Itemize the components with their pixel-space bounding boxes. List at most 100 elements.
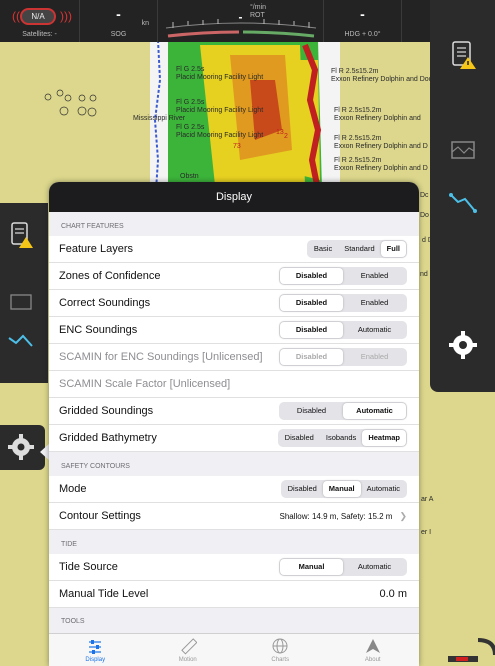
section-tools: TOOLS: [61, 618, 85, 625]
ruler-icon: [180, 638, 197, 655]
row-contour-settings[interactable]: Contour Settings Shallow: 14.9 m, Safety…: [49, 503, 419, 530]
row-mode: Mode Disabled Manual Automatic: [49, 476, 419, 503]
row-enc-soundings: ENC Soundings Disabled Automatic: [49, 317, 419, 344]
section-safety-contours: SAFETY CONTOURS: [61, 463, 130, 470]
gear-icon: [449, 331, 477, 359]
signal-right-icon: ))): [60, 9, 72, 23]
map-label: Fl G 2.5s: [176, 99, 205, 106]
row-scamin-enc-soundings: SCAMIN for ENC Soundings [Unlicensed] Di…: [49, 344, 419, 371]
left-route-button[interactable]: [6, 328, 36, 350]
sog-label: SOG: [110, 31, 127, 38]
tab-charts[interactable]: Charts: [234, 634, 327, 666]
segment-option-disabled[interactable]: Disabled: [280, 295, 343, 311]
contour-settings-value: Shallow: 14.9 m, Safety: 15.2 m ❯: [279, 510, 408, 521]
segment-option-standard[interactable]: Standard: [338, 241, 380, 257]
satellites-label: Satellites: -: [22, 31, 57, 38]
map-label: Exxon Refinery Dolphin and Dock: [331, 76, 436, 83]
bottom-tab-bar: Display Motion Charts About: [49, 633, 419, 666]
tab-motion[interactable]: Motion: [142, 634, 235, 666]
tide-source-segmented[interactable]: Manual Automatic: [279, 558, 407, 576]
row-manual-tide-level[interactable]: Manual Tide Level 0.0 m: [49, 581, 419, 608]
segment-option-full[interactable]: Full: [380, 241, 406, 257]
map-label: Fl R 2.5s15.2m: [334, 107, 382, 114]
mode-segmented[interactable]: Disabled Manual Automatic: [280, 480, 407, 498]
segment-option-enabled: Enabled: [360, 352, 389, 361]
map-label: Do: [420, 212, 429, 219]
tab-about[interactable]: About: [327, 634, 420, 666]
row-zones-of-confidence: Zones of Confidence Disabled Enabled: [49, 263, 419, 290]
map-label: Fl G 2.5s: [176, 124, 205, 131]
hdg-cell[interactable]: - HDG + 0.0°: [324, 0, 402, 42]
enc-soundings-segmented[interactable]: Disabled Automatic: [279, 321, 407, 339]
segment-option-heatmap[interactable]: Heatmap: [362, 430, 406, 446]
sliders-icon: [89, 640, 102, 654]
tab-label: Charts: [271, 657, 290, 663]
segment-option-manual[interactable]: Manual: [322, 481, 361, 497]
settings-button[interactable]: [448, 330, 478, 360]
globe-icon: [272, 638, 288, 654]
checklist-warning-icon: [452, 41, 476, 69]
row-gridded-soundings: Gridded Soundings Disabled Automatic: [49, 398, 419, 425]
left-checklist-button[interactable]: [8, 221, 38, 251]
map-label: Exxon Refinery Dolphin and D: [334, 165, 428, 172]
left-toolbar: [0, 203, 48, 383]
rot-label: ROT: [250, 12, 265, 19]
tab-display[interactable]: Display: [49, 634, 142, 666]
rot-cell[interactable]: - °/min ROT: [158, 0, 324, 42]
map-label: ar A: [421, 496, 434, 503]
gps-status-cell[interactable]: ((( N/A ))) Satellites: -: [0, 0, 80, 42]
route-icon: [449, 193, 477, 213]
chart-envelope-icon: [451, 141, 475, 159]
segment-option-isobands[interactable]: Isobands: [320, 430, 362, 446]
gridded-soundings-segmented[interactable]: Disabled Automatic: [279, 402, 407, 420]
map-label: Mississippi River: [133, 115, 186, 122]
display-popover: Display CHART FEATURES Feature Layers Ba…: [49, 182, 419, 666]
segment-option-disabled[interactable]: Disabled: [280, 322, 343, 338]
hdg-value: -: [360, 6, 365, 22]
segment-option-enabled[interactable]: Enabled: [343, 295, 406, 311]
map-sounding: 13: [276, 129, 284, 136]
map-sounding: 2: [284, 133, 288, 140]
row-correct-soundings: Correct Soundings Disabled Enabled: [49, 290, 419, 317]
map-label: Placid Mooring Facility Light: [176, 132, 264, 139]
segment-option-disabled[interactable]: Disabled: [279, 430, 320, 446]
sog-cell[interactable]: - kn SOG: [80, 0, 158, 42]
segment-option-disabled[interactable]: Disabled: [282, 481, 323, 497]
map-label: Exxon Refinery Dolphin and D: [334, 143, 428, 150]
scamin-enc-segmented: Disabled Enabled: [279, 348, 407, 366]
segment-option-disabled[interactable]: Disabled: [280, 268, 343, 284]
left-chart-button[interactable]: [8, 291, 38, 313]
feature-layers-segmented[interactable]: Basic Standard Full: [306, 240, 407, 258]
map-label: Fl R 2.5s15.2m: [334, 135, 382, 142]
correct-soundings-segmented[interactable]: Disabled Enabled: [279, 294, 407, 312]
segment-option-disabled: Disabled: [280, 349, 343, 365]
map-label: Fl R 2.5s15.2m: [334, 157, 382, 164]
gear-icon: [8, 434, 34, 460]
segment-option-basic[interactable]: Basic: [308, 241, 338, 257]
segment-option-automatic[interactable]: Automatic: [343, 403, 406, 419]
checklist-warning-icon: [11, 222, 33, 248]
rot-value: -: [238, 10, 243, 24]
segment-option-enabled[interactable]: Enabled: [343, 268, 406, 284]
segment-option-automatic[interactable]: Automatic: [343, 559, 406, 575]
manual-tide-level-value[interactable]: 0.0 m: [379, 588, 407, 600]
segment-option-automatic[interactable]: Automatic: [361, 481, 406, 497]
map-label: Dc: [420, 192, 429, 199]
map-label: Placid Mooring Facility Light: [176, 74, 264, 81]
row-feature-layers: Feature Layers Basic Standard Full: [49, 236, 419, 263]
segment-option-manual[interactable]: Manual: [280, 559, 343, 575]
row-scamin-scale-factor: SCAMIN Scale Factor [Unlicensed]: [49, 371, 419, 398]
right-toolbar: [430, 0, 495, 392]
hdg-label: HDG + 0.0°: [344, 31, 381, 38]
route-icon: [8, 334, 33, 347]
segment-option-disabled[interactable]: Disabled: [280, 403, 343, 419]
map-label: Fl R 2.5s15.2m: [331, 68, 379, 75]
segment-option-automatic[interactable]: Automatic: [343, 322, 406, 338]
gridded-bathymetry-segmented[interactable]: Disabled Isobands Heatmap: [277, 429, 407, 447]
sog-unit: kn: [141, 20, 149, 27]
route-button[interactable]: [448, 185, 478, 215]
left-settings-button[interactable]: [0, 425, 45, 470]
checklist-warning-button[interactable]: [448, 40, 478, 70]
chart-layer-button[interactable]: [448, 135, 478, 165]
zones-of-confidence-segmented[interactable]: Disabled Enabled: [279, 267, 407, 285]
